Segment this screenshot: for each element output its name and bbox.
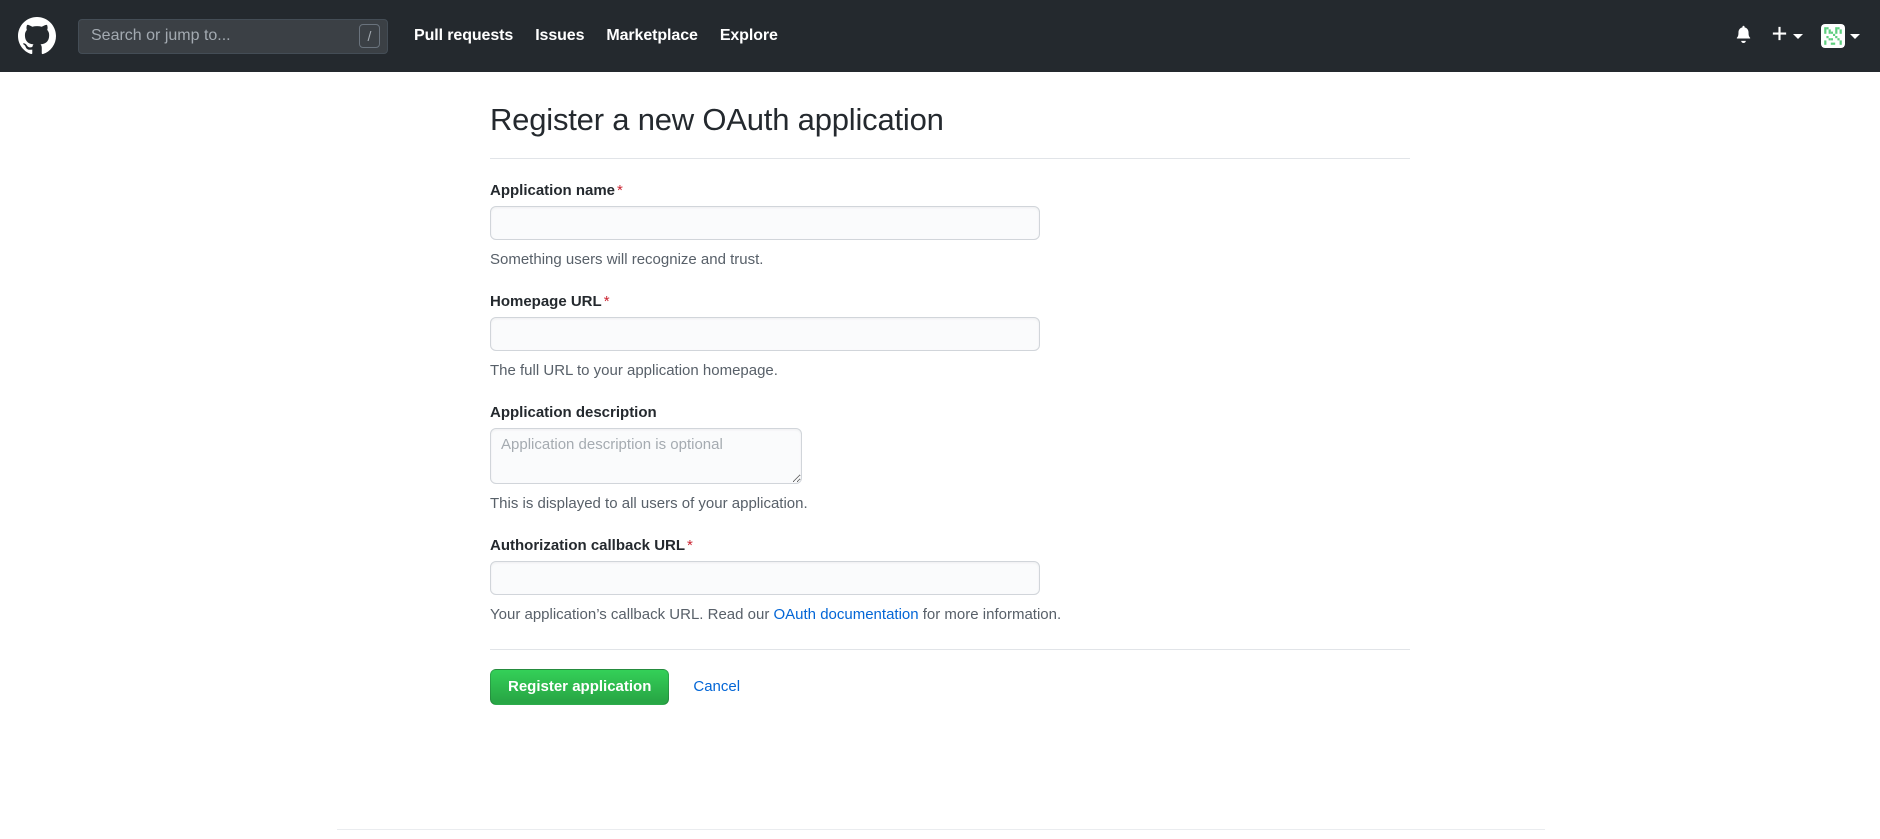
required-marker: * — [617, 182, 623, 199]
chevron-down-icon — [1850, 34, 1860, 39]
search-box[interactable]: / — [78, 19, 388, 54]
required-marker: * — [687, 537, 693, 554]
field-label-authorization-callback-url: Authorization callback URL* — [490, 537, 1410, 554]
label-text: Homepage URL — [490, 293, 602, 310]
nav-item-issues[interactable]: Issues — [535, 27, 584, 45]
chevron-down-icon — [1793, 34, 1803, 39]
header-actions — [1734, 24, 1860, 48]
hint-authorization-callback-url: Your application’s callback URL. Read ou… — [490, 604, 1410, 625]
hint-text-after: for more information. — [919, 606, 1062, 623]
user-menu[interactable] — [1821, 24, 1860, 48]
cancel-link[interactable]: Cancel — [693, 678, 740, 695]
hint-text-before: Your application’s callback URL. Read ou… — [490, 606, 774, 623]
global-header: / Pull requests Issues Marketplace Explo… — [0, 0, 1880, 72]
primary-nav: Pull requests Issues Marketplace Explore — [414, 27, 778, 45]
field-application-description: Application description This is displaye… — [490, 381, 1410, 514]
bell-icon[interactable] — [1734, 24, 1753, 48]
application-description-textarea[interactable] — [490, 428, 802, 484]
user-identicon-avatar — [1821, 24, 1845, 48]
authorization-callback-url-input[interactable] — [490, 561, 1040, 595]
oauth-documentation-link[interactable]: OAuth documentation — [774, 606, 919, 623]
label-text: Application description — [490, 404, 657, 421]
hint-application-name: Something users will recognize and trust… — [490, 249, 1410, 270]
field-authorization-callback-url: Authorization callback URL* Your applica… — [490, 514, 1410, 625]
footer-divider — [337, 829, 1545, 830]
field-application-name: Application name* Something users will r… — [490, 159, 1410, 270]
label-text: Authorization callback URL — [490, 537, 685, 554]
field-label-application-description: Application description — [490, 404, 1410, 421]
search-input[interactable] — [79, 20, 387, 53]
nav-item-marketplace[interactable]: Marketplace — [606, 27, 697, 45]
homepage-url-input[interactable] — [490, 317, 1040, 351]
label-text: Application name — [490, 182, 615, 199]
hint-application-description: This is displayed to all users of your a… — [490, 493, 1410, 514]
form-actions: Register application Cancel — [490, 650, 1410, 705]
main-content: Register a new OAuth application Applica… — [0, 72, 1880, 705]
field-label-homepage-url: Homepage URL* — [490, 293, 1410, 310]
oauth-registration-form: Register a new OAuth application Applica… — [490, 101, 1410, 705]
create-new-menu[interactable] — [1771, 25, 1803, 47]
nav-item-pull-requests[interactable]: Pull requests — [414, 27, 513, 45]
application-name-input[interactable] — [490, 206, 1040, 240]
github-mark-icon[interactable] — [18, 17, 56, 55]
nav-item-explore[interactable]: Explore — [720, 27, 778, 45]
required-marker: * — [604, 293, 610, 310]
page-title: Register a new OAuth application — [490, 101, 1410, 158]
register-application-button[interactable]: Register application — [490, 669, 669, 705]
field-label-application-name: Application name* — [490, 182, 1410, 199]
field-homepage-url: Homepage URL* The full URL to your appli… — [490, 270, 1410, 381]
search-shortcut-badge: / — [359, 24, 380, 48]
hint-homepage-url: The full URL to your application homepag… — [490, 360, 1410, 381]
plus-icon — [1771, 25, 1788, 47]
